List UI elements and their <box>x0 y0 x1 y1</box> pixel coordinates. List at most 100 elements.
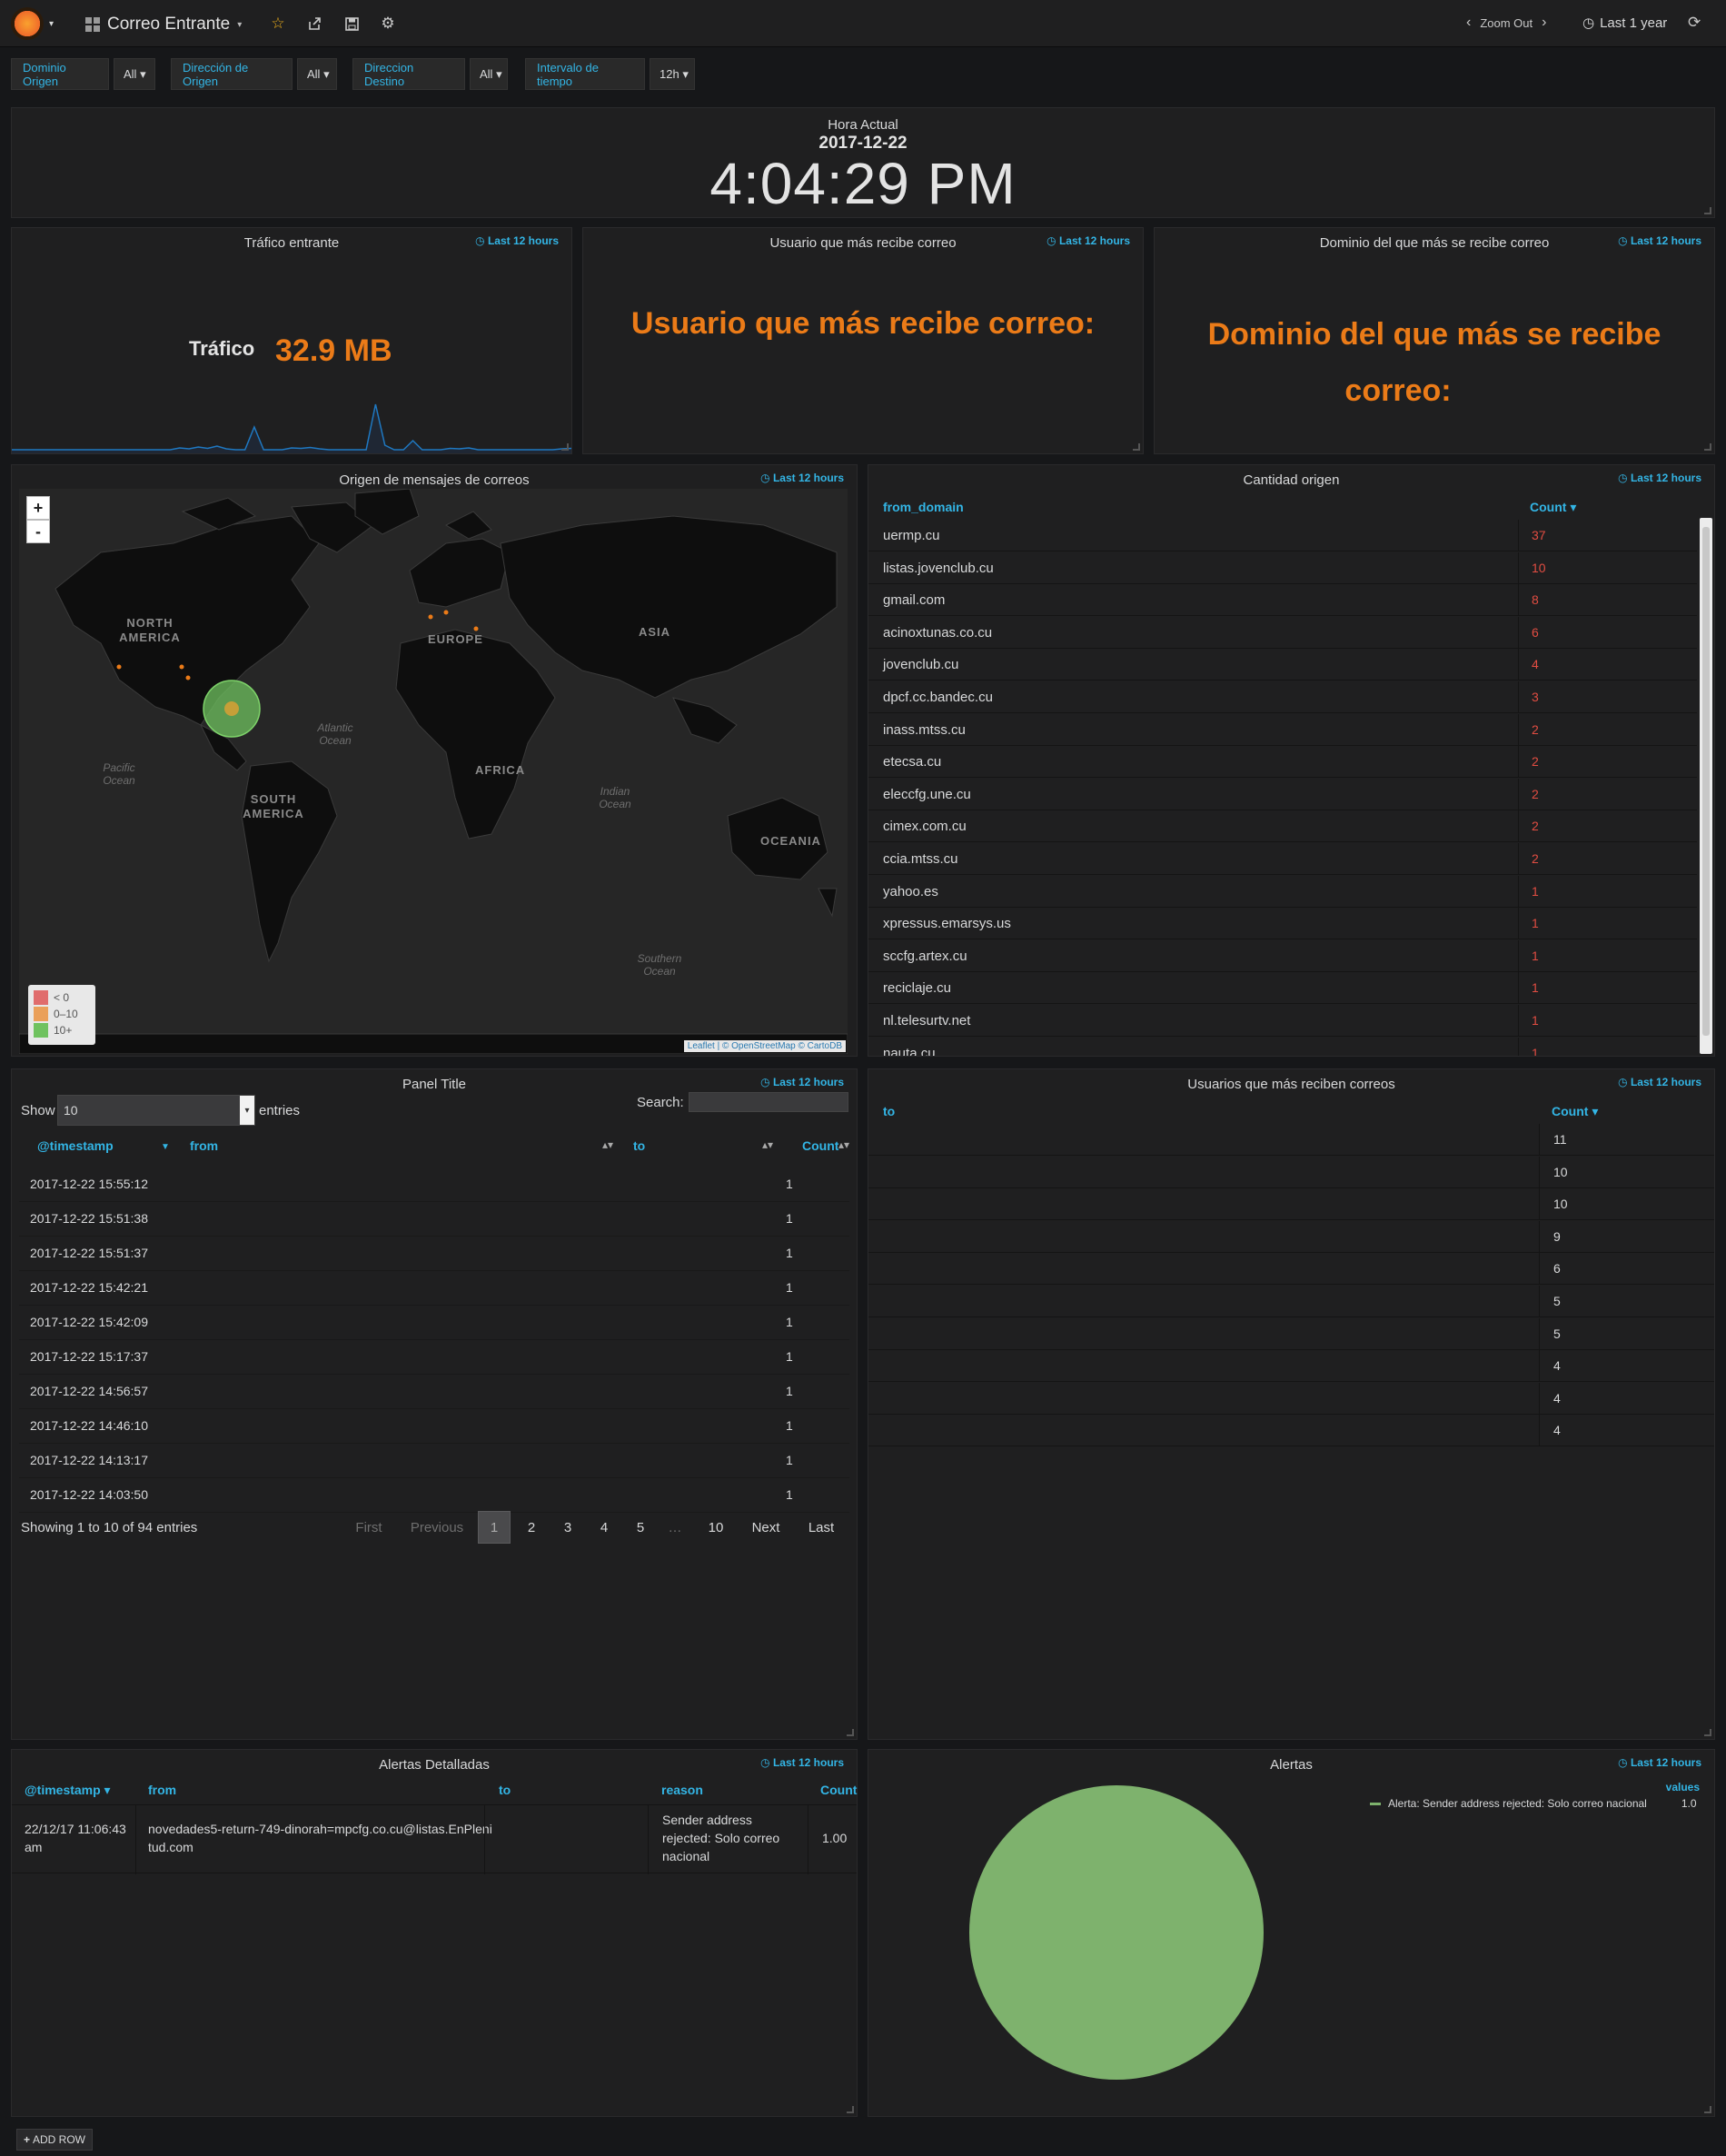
column-header-count[interactable]: Count <box>820 1783 857 1797</box>
log-table-row[interactable]: 2017-12-22 14:03:50 1 <box>19 1478 849 1513</box>
resize-handle[interactable] <box>1704 443 1711 451</box>
origin-table-row[interactable]: ccia.mtss.cu 2 <box>868 843 1697 875</box>
column-header-from[interactable]: from <box>190 1138 218 1153</box>
log-table-row[interactable]: 2017-12-22 15:51:38 1 <box>19 1202 849 1237</box>
column-header-count[interactable]: Count ▾ <box>1530 500 1576 515</box>
resize-handle[interactable] <box>1133 443 1140 451</box>
pagination-page-10[interactable]: 10 <box>699 1511 732 1544</box>
origin-table-row[interactable]: sccfg.artex.cu 1 <box>868 939 1697 972</box>
column-header-count[interactable]: Count ▾ <box>1552 1104 1598 1119</box>
log-table-row[interactable]: 2017-12-22 14:46:10 1 <box>19 1409 849 1444</box>
alerts-table-row[interactable]: 22/12/17 11:06:43 am novedades5-return-7… <box>12 1804 857 1874</box>
resize-handle[interactable] <box>1704 1729 1711 1736</box>
scrollbar-thumb[interactable] <box>1702 527 1710 1036</box>
column-header-timestamp[interactable]: @timestamp <box>37 1138 114 1153</box>
log-table-row[interactable]: 2017-12-22 14:56:57 1 <box>19 1375 849 1409</box>
chevron-right-icon[interactable]: › <box>1542 15 1546 31</box>
pagination-first[interactable]: First <box>349 1511 389 1544</box>
origin-table-row[interactable]: yahoo.es 1 <box>868 875 1697 908</box>
column-header-reason[interactable]: reason <box>661 1783 703 1797</box>
log-table-row[interactable]: 2017-12-22 14:13:17 1 <box>19 1444 849 1478</box>
origin-table-row[interactable]: cimex.com.cu 2 <box>868 810 1697 843</box>
origin-table-row[interactable]: uermp.cu 37 <box>868 520 1697 551</box>
panel-title[interactable]: Alertas <box>868 1757 1714 1773</box>
panel-title[interactable]: Panel Title <box>12 1077 857 1092</box>
dashboard-title[interactable]: Correo Entrante <box>107 15 230 35</box>
dashboard-picker[interactable]: Correo Entrante ▾ <box>85 13 242 36</box>
origin-table-row[interactable]: listas.jovenclub.cu 10 <box>868 551 1697 584</box>
users-table-row[interactable]: 9 <box>868 1220 1714 1253</box>
pagination-previous[interactable]: Previous <box>405 1511 469 1544</box>
variable-select-dominio-origen[interactable]: All ▾ <box>114 58 155 90</box>
scrollbar[interactable] <box>1700 518 1712 1054</box>
pagination-last[interactable]: Last <box>803 1511 839 1544</box>
origin-table-row[interactable]: etecsa.cu 2 <box>868 746 1697 779</box>
origin-table-row[interactable]: reciclaje.cu 1 <box>868 972 1697 1005</box>
log-table-row[interactable]: 2017-12-22 15:51:37 1 <box>19 1237 849 1271</box>
pagination-page-5[interactable]: 5 <box>627 1511 654 1544</box>
pie-legend-item[interactable]: Alerta: Sender address rejected: Solo co… <box>1370 1797 1697 1810</box>
resize-handle[interactable] <box>847 1729 854 1736</box>
resize-handle[interactable] <box>1704 207 1711 214</box>
origin-table-row[interactable]: jovenclub.cu 4 <box>868 649 1697 681</box>
column-header-to[interactable]: to <box>633 1138 645 1153</box>
variable-select-direccion-destino[interactable]: All ▾ <box>470 58 508 90</box>
resize-handle[interactable] <box>847 2106 854 2113</box>
origin-table-row[interactable]: nauta.cu 1 <box>868 1037 1697 1056</box>
zoom-out-button[interactable]: Zoom Out <box>1480 16 1533 30</box>
column-header-to[interactable]: to <box>883 1104 895 1118</box>
chevron-left-icon[interactable]: ‹ <box>1466 15 1471 31</box>
panel-title[interactable]: Alertas Detalladas <box>12 1757 857 1773</box>
users-table-row[interactable]: 10 <box>868 1156 1714 1188</box>
origin-table-row[interactable]: nl.telesurtv.net 1 <box>868 1005 1697 1037</box>
origin-table-row[interactable]: inass.mtss.cu 2 <box>868 713 1697 746</box>
resize-handle[interactable] <box>561 443 569 451</box>
search-input[interactable] <box>689 1092 848 1112</box>
pagination-page-2[interactable]: 2 <box>518 1511 545 1544</box>
share-icon[interactable] <box>303 13 325 35</box>
map-zoom-in-button[interactable]: + <box>26 496 50 520</box>
column-header-count[interactable]: Count <box>802 1138 838 1153</box>
gear-icon[interactable]: ⚙ <box>377 13 399 35</box>
star-icon[interactable]: ☆ <box>267 13 289 35</box>
map-attribution[interactable]: Leaflet | © OpenStreetMap © CartoDB <box>683 1040 846 1052</box>
panel-title[interactable]: Cantidad origen <box>868 472 1714 488</box>
resize-handle[interactable] <box>1704 2106 1711 2113</box>
panel-title[interactable]: Usuarios que más reciben correos <box>868 1077 1714 1092</box>
column-header-from[interactable]: from <box>148 1783 176 1797</box>
map-zoom-out-button[interactable]: - <box>26 520 50 543</box>
column-header-timestamp[interactable]: @timestamp ▾ <box>25 1783 111 1798</box>
origin-table-row[interactable]: acinoxtunas.co.cu 6 <box>868 616 1697 649</box>
users-table-row[interactable]: 10 <box>868 1188 1714 1221</box>
time-range-picker[interactable]: ◷ Last 1 year <box>1582 15 1667 32</box>
grafana-logo-icon[interactable] <box>11 7 44 40</box>
origin-table-row[interactable]: eleccfg.une.cu 2 <box>868 778 1697 810</box>
refresh-icon[interactable]: ⟳ <box>1688 14 1701 32</box>
panel-title[interactable]: Origen de mensajes de correos <box>12 472 857 488</box>
save-icon[interactable] <box>341 13 362 35</box>
log-table-row[interactable]: 2017-12-22 15:55:12 1 <box>19 1167 849 1202</box>
log-table-row[interactable]: 2017-12-22 15:42:21 1 <box>19 1271 849 1306</box>
log-table-row[interactable]: 2017-12-22 15:42:09 1 <box>19 1306 849 1340</box>
users-table-row[interactable]: 6 <box>868 1253 1714 1286</box>
column-header-from-domain[interactable]: from_domain <box>883 500 964 514</box>
column-header-to[interactable]: to <box>499 1783 511 1797</box>
origin-table-row[interactable]: dpcf.cc.bandec.cu 3 <box>868 681 1697 713</box>
entries-select[interactable]: 10 ▾ <box>57 1095 255 1126</box>
users-table-row[interactable]: 5 <box>868 1317 1714 1350</box>
add-row-button[interactable]: + ADD ROW <box>16 2129 93 2151</box>
log-table-row[interactable]: 2017-12-22 15:17:37 1 <box>19 1340 849 1375</box>
users-table-row[interactable]: 5 <box>868 1286 1714 1317</box>
users-table-row[interactable]: 4 <box>868 1415 1714 1447</box>
pagination-page-1[interactable]: 1 <box>478 1511 511 1544</box>
origin-table-row[interactable]: xpressus.emarsys.us 1 <box>868 908 1697 940</box>
chevron-down-icon[interactable]: ▾ <box>49 19 54 29</box>
pagination-page-4[interactable]: 4 <box>590 1511 618 1544</box>
pagination-page-3[interactable]: 3 <box>554 1511 581 1544</box>
variable-select-direccion-origen[interactable]: All ▾ <box>297 58 337 90</box>
pagination-next[interactable]: Next <box>745 1511 787 1544</box>
users-table-row[interactable]: 4 <box>868 1350 1714 1383</box>
world-map[interactable]: NORTH AMERICA EUROPE ASIA AFRICA SOUTH A… <box>19 489 848 1054</box>
pie-slice[interactable] <box>969 1785 1264 2080</box>
users-table-row[interactable]: 11 <box>868 1124 1714 1156</box>
